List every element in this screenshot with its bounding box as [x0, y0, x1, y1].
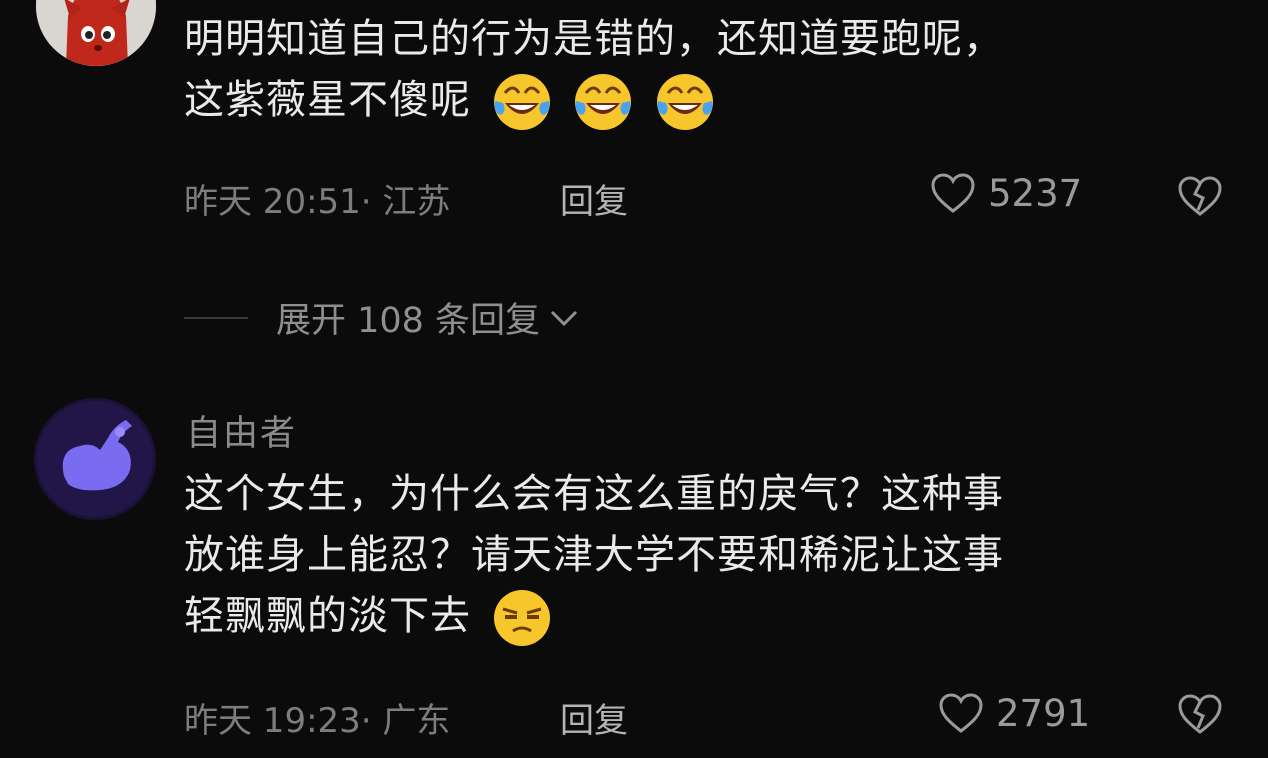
reply-button[interactable]: 回复 [560, 693, 628, 742]
avatar[interactable] [34, 398, 156, 520]
dislike-button[interactable] [1177, 694, 1223, 740]
heart-icon [939, 692, 983, 733]
chevron-down-icon [551, 310, 578, 326]
like-button[interactable]: 5237 [930, 172, 1082, 215]
comment-text: 这个女生，为什么会有这么重的戾气？这种事 放谁身上能忍？请天津大学不要和稀泥让这… [184, 464, 1004, 649]
like-button[interactable]: 2791 [938, 692, 1090, 735]
divider [184, 316, 248, 319]
avatar[interactable] [36, 0, 156, 66]
comment-meta: 昨天 20:51· 江苏 [184, 182, 451, 222]
comment-line: 这个女生，为什么会有这么重的戾气？这种事 [184, 471, 1004, 517]
comment-text: 明明知道自己的行为是错的，还知道要跑呢， 这紫薇星不傻呢 [184, 9, 1004, 133]
heart-icon [931, 172, 975, 213]
comment-line: 放谁身上能忍？请天津大学不要和稀泥让这事 [184, 532, 1004, 578]
face-with-tears-of-joy-icon [575, 74, 632, 130]
comments-page: 明明知道自己的行为是错的，还知道要跑呢， 这紫薇星不傻呢 昨天 20:51· 江… [0, 0, 1268, 758]
like-count: 2791 [996, 692, 1091, 735]
comment-line: 明明知道自己的行为是错的，还知道要跑呢， [184, 16, 1004, 62]
like-count: 5237 [988, 172, 1083, 215]
expand-replies-label: 展开 108 条回复 [276, 301, 541, 341]
face-with-tears-of-joy-icon [657, 74, 714, 130]
dislike-button[interactable] [1177, 176, 1223, 222]
broken-heart-icon [1178, 176, 1222, 216]
face-with-tears-of-joy-icon [493, 74, 550, 130]
broken-heart-icon [1178, 694, 1222, 734]
comment-line: 这紫薇星不傻呢 [184, 70, 1004, 133]
comment-meta: 昨天 19:23· 广东 [184, 701, 451, 741]
reply-button[interactable]: 回复 [560, 174, 628, 223]
unamused-face-icon [493, 590, 550, 646]
username[interactable]: 自由者 [186, 405, 297, 456]
comment-line: 轻飘飘的淡下去 [184, 586, 1004, 649]
expand-replies-button[interactable]: 展开 108 条回复 [184, 292, 582, 343]
